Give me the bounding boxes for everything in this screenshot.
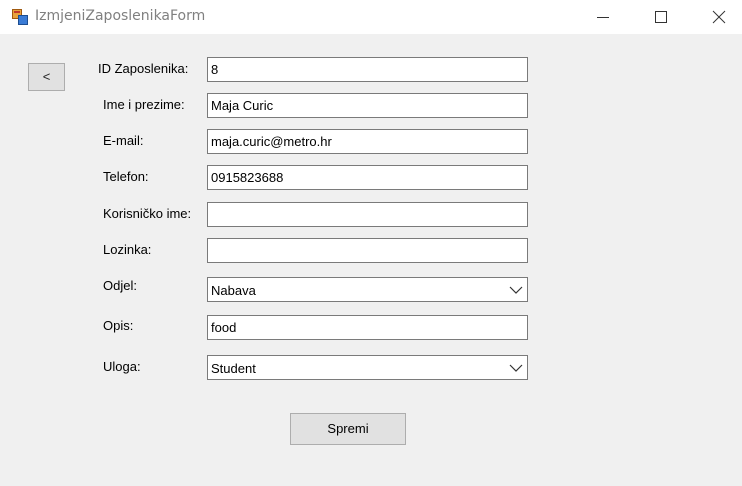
- username-field[interactable]: [207, 202, 528, 227]
- department-select[interactable]: Nabava: [207, 277, 528, 302]
- close-icon: [712, 10, 726, 24]
- close-button[interactable]: [696, 0, 742, 34]
- save-button[interactable]: Spremi: [290, 413, 406, 445]
- password-field[interactable]: [207, 238, 528, 263]
- id-label: ID Zaposlenika:: [98, 61, 189, 76]
- title-bar: IzmjeniZaposlenikaForm: [0, 0, 742, 34]
- password-label: Lozinka:: [103, 242, 152, 257]
- username-label: Korisničko ime:: [103, 206, 192, 221]
- chevron-down-icon: [509, 364, 523, 372]
- minimize-button[interactable]: [580, 0, 626, 34]
- role-label: Uloga:: [103, 359, 141, 374]
- role-select[interactable]: Student: [207, 355, 528, 380]
- app-icon: [12, 9, 28, 25]
- email-field[interactable]: [207, 129, 528, 154]
- phone-label: Telefon:: [103, 169, 149, 184]
- email-label: E-mail:: [103, 133, 144, 148]
- maximize-icon: [655, 11, 667, 23]
- minimize-icon: [597, 17, 609, 18]
- id-field[interactable]: [207, 57, 528, 82]
- department-selected-value: Nabava: [211, 283, 256, 298]
- back-button[interactable]: <: [28, 63, 65, 91]
- role-selected-value: Student: [211, 361, 256, 376]
- phone-field[interactable]: [207, 165, 528, 190]
- name-field[interactable]: [207, 93, 528, 118]
- name-label: Ime i prezime:: [103, 97, 185, 112]
- department-label: Odjel:: [103, 278, 137, 293]
- description-field[interactable]: [207, 315, 528, 340]
- maximize-button[interactable]: [638, 0, 684, 34]
- window-title: IzmjeniZaposlenikaForm: [35, 8, 206, 24]
- chevron-down-icon: [509, 286, 523, 294]
- description-label: Opis:: [103, 318, 134, 333]
